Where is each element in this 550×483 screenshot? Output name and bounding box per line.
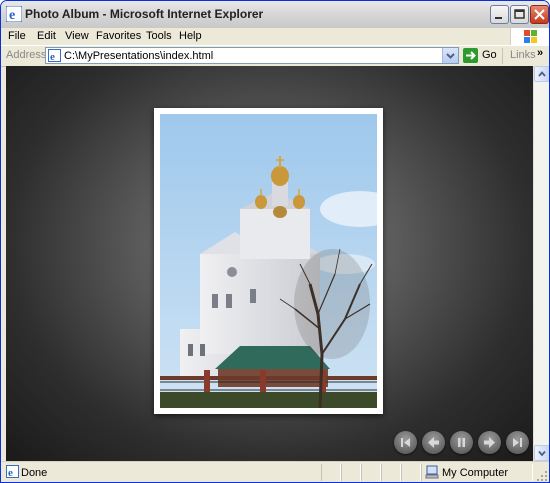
- status-cell: [341, 464, 361, 481]
- photo-frame: [154, 108, 383, 414]
- menu-edit[interactable]: Edit: [37, 30, 56, 42]
- menu-help[interactable]: Help: [179, 30, 202, 42]
- menu-file[interactable]: File: [8, 30, 26, 42]
- address-bar: Address e C:\MyPresentations\index.html …: [1, 45, 549, 67]
- address-label: Address: [6, 49, 47, 61]
- address-input[interactable]: e C:\MyPresentations\index.html: [45, 47, 459, 64]
- minimize-button[interactable]: [490, 5, 509, 24]
- go-button[interactable]: [463, 48, 478, 63]
- title-bar[interactable]: e Photo Album - Microsoft Internet Explo…: [1, 1, 549, 29]
- slideshow-area: [6, 66, 533, 461]
- go-label[interactable]: Go: [482, 49, 497, 61]
- address-dropdown[interactable]: [442, 48, 458, 63]
- svg-text:e: e: [50, 51, 55, 62]
- maximize-icon: [514, 9, 525, 19]
- slide-photo[interactable]: [160, 114, 377, 408]
- links-label[interactable]: Links: [510, 49, 536, 61]
- status-cell: [381, 464, 401, 481]
- previous-button[interactable]: [422, 431, 445, 454]
- chevron-up-icon: [538, 71, 546, 77]
- scroll-down-button[interactable]: [534, 445, 549, 461]
- minimize-icon: [495, 17, 502, 19]
- page-icon: e: [48, 49, 61, 62]
- close-button[interactable]: [530, 5, 549, 24]
- pause-button[interactable]: [450, 431, 473, 454]
- address-url: C:\MyPresentations\index.html: [64, 50, 214, 62]
- vertical-scrollbar[interactable]: [533, 66, 549, 461]
- windows-flag-icon: [524, 30, 537, 43]
- scroll-up-button[interactable]: [534, 66, 549, 82]
- previous-icon: [428, 437, 439, 448]
- slideshow-controls: [394, 431, 529, 455]
- computer-icon: [425, 465, 439, 479]
- chevron-down-icon: [538, 450, 546, 457]
- menu-view[interactable]: View: [65, 30, 89, 42]
- last-button[interactable]: [506, 431, 529, 454]
- last-icon: [513, 438, 522, 447]
- windows-logo: [510, 28, 549, 45]
- page-done-icon: e: [6, 465, 19, 478]
- security-zone-text: My Computer: [442, 467, 509, 479]
- next-button[interactable]: [478, 431, 501, 454]
- status-text: Done: [21, 467, 48, 479]
- church-photo: [160, 114, 377, 408]
- menu-tools[interactable]: Tools: [146, 30, 172, 42]
- chevron-down-icon: [446, 53, 455, 59]
- internet-explorer-icon[interactable]: e: [6, 6, 22, 22]
- svg-text:e: e: [8, 467, 13, 478]
- browser-window: e Photo Album - Microsoft Internet Explo…: [0, 0, 550, 483]
- menu-favorites[interactable]: Favorites: [96, 30, 141, 42]
- links-separator: [502, 48, 503, 64]
- status-cell: [401, 464, 421, 481]
- maximize-button[interactable]: [510, 5, 529, 24]
- svg-text:e: e: [9, 8, 15, 22]
- first-icon: [401, 438, 410, 447]
- first-button[interactable]: [394, 431, 417, 454]
- pause-icon: [458, 438, 465, 447]
- next-icon: [484, 437, 495, 448]
- go-arrow-icon: [466, 51, 476, 60]
- resize-grip-icon[interactable]: [536, 470, 548, 482]
- status-cell: [361, 464, 381, 481]
- status-bar: e Done My Computer: [1, 461, 549, 482]
- close-icon: [534, 9, 545, 20]
- menu-bar: File Edit View Favorites Tools Help: [1, 28, 549, 46]
- status-cell: [321, 464, 341, 481]
- window-title: Photo Album - Microsoft Internet Explore…: [25, 7, 264, 21]
- chevron-right-icon[interactable]: »: [537, 47, 543, 59]
